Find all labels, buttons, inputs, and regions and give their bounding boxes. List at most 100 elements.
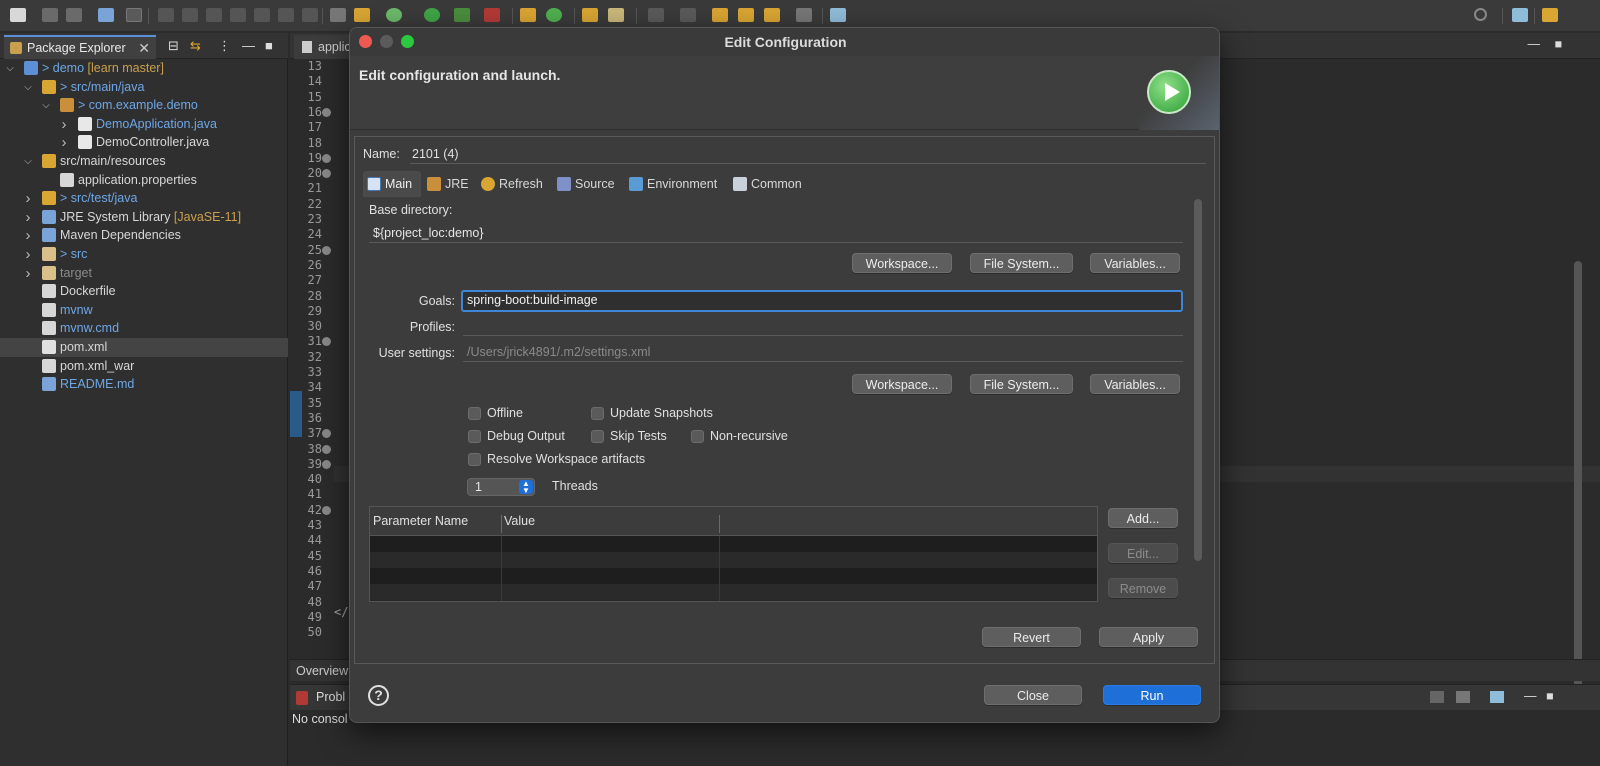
fold-toggle-icon[interactable] bbox=[322, 505, 331, 515]
non-recursive-checkbox[interactable] bbox=[691, 430, 704, 443]
add-parameter-button[interactable]: Add... bbox=[1108, 508, 1178, 528]
chevron-right-icon[interactable]: › bbox=[22, 189, 34, 208]
revert-button[interactable]: Revert bbox=[982, 627, 1081, 647]
chevron-right-icon[interactable]: › bbox=[22, 264, 34, 283]
resolve-workspace-checkbox[interactable] bbox=[468, 453, 481, 466]
threads-spinner[interactable]: 1 ▲ ▼ bbox=[467, 478, 535, 496]
chevron-down-icon[interactable]: ⌵ bbox=[22, 152, 34, 171]
tree-item[interactable]: › target bbox=[0, 264, 288, 283]
table-row[interactable] bbox=[370, 568, 1097, 584]
chevron-right-icon[interactable]: › bbox=[22, 208, 34, 227]
debug-icon[interactable] bbox=[386, 8, 402, 22]
search-marker-icon[interactable] bbox=[608, 8, 624, 22]
tab-problems[interactable]: Probl bbox=[316, 690, 345, 704]
new-java-project-icon[interactable] bbox=[520, 8, 536, 22]
forward-icon[interactable] bbox=[796, 8, 812, 22]
tree-item[interactable]: pom.xml bbox=[0, 338, 288, 357]
back-icon[interactable] bbox=[764, 8, 780, 22]
tab-content-scrollbar[interactable] bbox=[1194, 199, 1202, 561]
search-icon[interactable] bbox=[1474, 8, 1487, 21]
suspend-icon[interactable] bbox=[182, 8, 198, 22]
tree-item[interactable]: ⌵ src/main/resources bbox=[0, 152, 288, 171]
maximize-icon[interactable]: ■ bbox=[1546, 689, 1554, 703]
fold-toggle-icon[interactable] bbox=[322, 245, 331, 255]
tree-item[interactable]: Dockerfile bbox=[0, 282, 288, 301]
apply-button[interactable]: Apply bbox=[1099, 627, 1198, 647]
chevron-down-icon[interactable]: ⌵ bbox=[22, 78, 34, 97]
settings-variables-button[interactable]: Variables... bbox=[1090, 374, 1180, 394]
step-into-icon[interactable] bbox=[254, 8, 270, 22]
java-perspective-icon[interactable] bbox=[1542, 8, 1558, 22]
tree-item[interactable]: › > src/test/java bbox=[0, 189, 288, 208]
previous-edit-icon[interactable] bbox=[712, 8, 728, 22]
profiles-field[interactable] bbox=[463, 316, 1183, 336]
chevron-right-icon[interactable]: › bbox=[22, 245, 34, 264]
tab-jre[interactable]: JRE bbox=[423, 171, 469, 197]
chevron-down-icon[interactable]: ⌵ bbox=[40, 96, 52, 115]
tree-item[interactable]: application.properties bbox=[0, 171, 288, 190]
next-edit-icon[interactable] bbox=[738, 8, 754, 22]
tree-item[interactable]: › > src bbox=[0, 245, 288, 264]
open-perspective-icon[interactable] bbox=[1512, 8, 1528, 22]
tree-item[interactable]: › Maven Dependencies bbox=[0, 226, 288, 245]
base-workspace-button[interactable]: Workspace... bbox=[852, 253, 952, 273]
chevron-right-icon[interactable]: › bbox=[58, 115, 70, 134]
maximize-icon[interactable]: ■ bbox=[1554, 37, 1562, 51]
open-type-icon[interactable] bbox=[582, 8, 598, 22]
chevron-down-icon[interactable]: ⌵ bbox=[4, 59, 16, 78]
parameter-table[interactable]: Parameter Name Value bbox=[369, 506, 1098, 602]
close-window-button[interactable] bbox=[359, 35, 372, 48]
new-class-icon[interactable] bbox=[546, 8, 562, 22]
minimize-icon[interactable]: — bbox=[1528, 37, 1541, 51]
tree-item[interactable]: README.md bbox=[0, 375, 288, 394]
help-icon[interactable]: ? bbox=[368, 685, 389, 706]
tree-item[interactable]: › DemoApplication.java bbox=[0, 115, 288, 134]
settings-workspace-button[interactable]: Workspace... bbox=[852, 374, 952, 394]
tree-item[interactable]: › JRE System Library [JavaSE-11] bbox=[0, 208, 288, 227]
annotation-icon[interactable] bbox=[648, 8, 664, 22]
collapse-all-icon[interactable]: ⊟ bbox=[168, 38, 179, 54]
settings-file-system-button[interactable]: File System... bbox=[970, 374, 1073, 394]
fold-toggle-icon[interactable] bbox=[322, 169, 331, 179]
minimize-icon[interactable]: — bbox=[242, 38, 255, 53]
tab-editor-application[interactable]: applic bbox=[294, 35, 354, 59]
base-variables-button[interactable]: Variables... bbox=[1090, 253, 1180, 273]
skip-tests-checkbox[interactable] bbox=[591, 430, 604, 443]
editor-scrollbar[interactable] bbox=[1574, 261, 1582, 691]
tree-item[interactable]: mvnw.cmd bbox=[0, 319, 288, 338]
step-over-icon[interactable] bbox=[278, 8, 294, 22]
save-icon[interactable] bbox=[42, 8, 58, 22]
run-icon[interactable] bbox=[424, 8, 440, 22]
display-console-icon[interactable] bbox=[1456, 691, 1470, 703]
column-value[interactable]: Value bbox=[504, 514, 535, 528]
update-snapshots-checkbox[interactable] bbox=[591, 407, 604, 420]
fold-toggle-icon[interactable] bbox=[322, 459, 331, 469]
tab-source[interactable]: Source bbox=[553, 171, 615, 197]
close-icon[interactable]: ✕ bbox=[138, 40, 150, 57]
minimize-icon[interactable]: — bbox=[1524, 689, 1537, 703]
fold-toggle-icon[interactable] bbox=[322, 337, 331, 347]
tree-item[interactable]: mvnw bbox=[0, 301, 288, 320]
tree-item[interactable]: ⌵ > com.example.demo bbox=[0, 96, 288, 115]
pin-console-icon[interactable] bbox=[1430, 691, 1444, 703]
name-field[interactable]: 2101 (4) bbox=[410, 144, 1206, 164]
resume-icon[interactable] bbox=[158, 8, 174, 22]
fold-toggle-icon[interactable] bbox=[322, 429, 331, 439]
link-with-editor-icon[interactable]: ⇆ bbox=[190, 38, 201, 54]
new-window-icon[interactable] bbox=[830, 8, 846, 22]
tree-item[interactable]: pom.xml_war bbox=[0, 357, 288, 376]
tab-main[interactable]: Main bbox=[363, 171, 421, 197]
tree-item[interactable]: ⌵ > src/main/java bbox=[0, 78, 288, 97]
fold-toggle-icon[interactable] bbox=[322, 153, 331, 163]
column-parameter-name[interactable]: Parameter Name bbox=[373, 514, 468, 528]
tab-common[interactable]: Common bbox=[729, 171, 802, 197]
debug-output-checkbox[interactable] bbox=[468, 430, 481, 443]
use-step-filters-icon[interactable] bbox=[330, 8, 346, 22]
open-console-icon[interactable] bbox=[1490, 691, 1504, 703]
chevron-right-icon[interactable]: › bbox=[22, 226, 34, 245]
coverage-icon[interactable] bbox=[454, 8, 470, 22]
tab-refresh[interactable]: Refresh bbox=[477, 171, 543, 197]
drop-to-frame-icon[interactable] bbox=[354, 8, 370, 22]
close-button[interactable]: Close bbox=[984, 685, 1082, 705]
external-tools-icon[interactable] bbox=[484, 8, 500, 22]
